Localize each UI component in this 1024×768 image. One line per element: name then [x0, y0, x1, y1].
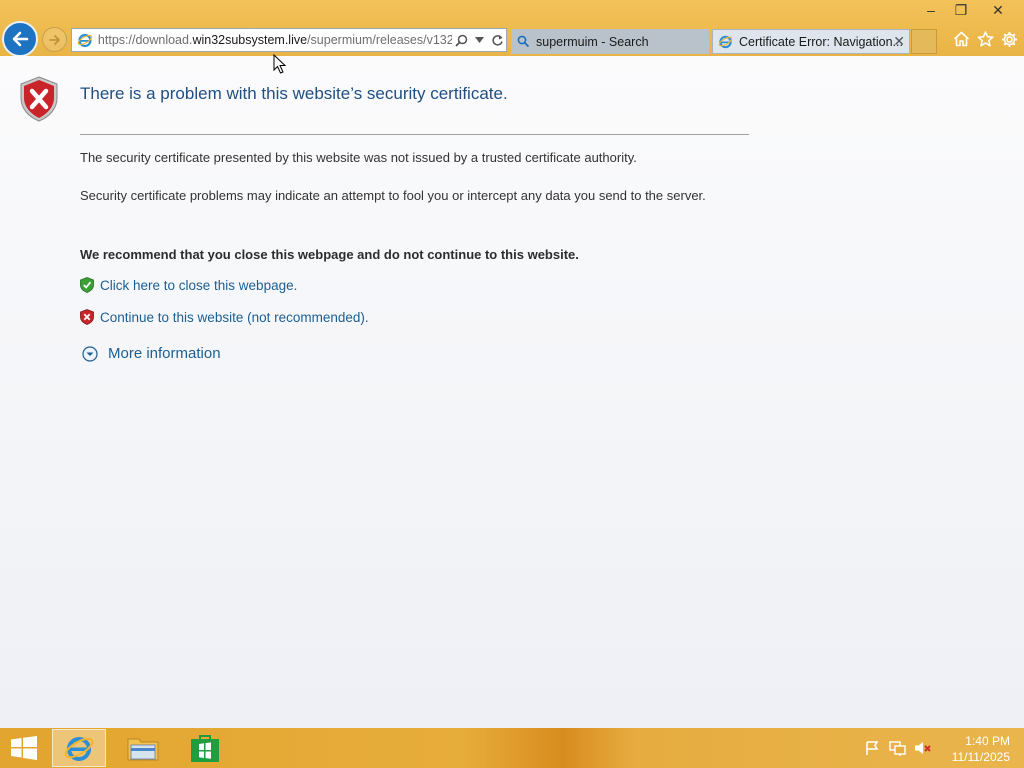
clock-time: 1:40 PM	[965, 734, 1010, 748]
address-bar[interactable]: https://download.win32subsystem.live/sup…	[71, 28, 507, 52]
continue-website-link-row[interactable]: Continue to this website (not recommende…	[80, 309, 369, 325]
clock-date: 11/11/2025	[951, 750, 1010, 764]
store-bag-icon	[191, 735, 219, 762]
page-title: There is a problem with this website’s s…	[80, 84, 508, 103]
expand-chevron-icon	[82, 345, 98, 362]
close-tab-icon[interactable]: ✕	[893, 33, 905, 50]
green-shield-check-icon	[80, 277, 94, 293]
chrome-toolbar-icons	[952, 30, 1018, 48]
browser-chrome: – ❐ ✕ https://download.win32subsystem.li…	[0, 0, 1024, 57]
start-button[interactable]	[10, 736, 38, 765]
url-domain: win32subsystem.live	[192, 33, 308, 47]
taskbar-file-explorer[interactable]	[116, 729, 170, 767]
more-information-toggle[interactable]: More information	[82, 345, 221, 362]
close-webpage-link[interactable]: Click here to close this webpage.	[100, 278, 297, 293]
page-content: There is a problem with this website’s s…	[0, 56, 1024, 728]
home-icon[interactable]	[952, 30, 970, 48]
action-center-flag-icon[interactable]	[864, 740, 880, 756]
taskbar-windows-store[interactable]	[178, 729, 232, 767]
taskbar: 1:40 PM 11/11/2025	[0, 728, 1024, 768]
refresh-icon[interactable]	[488, 29, 506, 51]
search-icon	[517, 35, 530, 48]
windows-logo-icon	[11, 736, 37, 760]
close-webpage-link-row[interactable]: Click here to close this webpage.	[80, 277, 297, 293]
continue-website-link[interactable]: Continue to this website (not recommende…	[100, 310, 369, 325]
system-tray	[864, 740, 932, 756]
recommendation-text: We recommend that you close this webpage…	[80, 247, 579, 262]
settings-gear-icon[interactable]	[1000, 30, 1018, 48]
security-error-shield-icon	[20, 76, 58, 122]
tab-label: Certificate Error: Navigation...	[739, 34, 903, 49]
divider	[80, 134, 749, 135]
warning-paragraph: Security certificate problems may indica…	[80, 188, 706, 203]
minimize-button[interactable]: –	[918, 0, 944, 20]
back-arrow-icon	[12, 31, 29, 47]
close-window-button[interactable]: ✕	[978, 0, 1018, 20]
url-path: /supermium/releases/v132-r	[307, 33, 453, 47]
mouse-cursor-icon	[273, 54, 287, 74]
forward-button[interactable]	[42, 27, 67, 52]
forward-arrow-icon	[48, 34, 60, 45]
internet-explorer-icon	[64, 737, 94, 761]
window-controls: – ❐ ✕	[918, 0, 1018, 20]
tab-search[interactable]: supermuim - Search	[511, 29, 709, 54]
volume-muted-icon[interactable]	[914, 740, 932, 756]
favorites-star-icon[interactable]	[976, 30, 994, 48]
search-icon[interactable]	[452, 29, 470, 51]
folder-icon	[127, 738, 159, 761]
tab-label: supermuim - Search	[536, 34, 649, 49]
taskbar-internet-explorer[interactable]	[52, 729, 106, 767]
url-prefix: https://download.	[97, 33, 193, 47]
red-shield-x-icon	[80, 309, 94, 325]
dropdown-arrow-icon[interactable]	[470, 29, 488, 51]
ie-page-icon	[77, 33, 93, 48]
network-icon[interactable]	[888, 740, 906, 756]
ie-tab-icon	[718, 35, 733, 49]
restore-button[interactable]: ❐	[948, 0, 974, 20]
tab-certificate-error[interactable]: Certificate Error: Navigation... ✕	[712, 29, 910, 54]
more-information-label: More information	[108, 345, 221, 362]
back-button[interactable]	[2, 21, 38, 57]
new-tab-button[interactable]	[911, 29, 937, 54]
url-text[interactable]: https://download.win32subsystem.live/sup…	[98, 33, 452, 47]
description-paragraph: The security certificate presented by th…	[80, 150, 637, 165]
taskbar-clock[interactable]: 1:40 PM 11/11/2025	[952, 733, 1010, 765]
